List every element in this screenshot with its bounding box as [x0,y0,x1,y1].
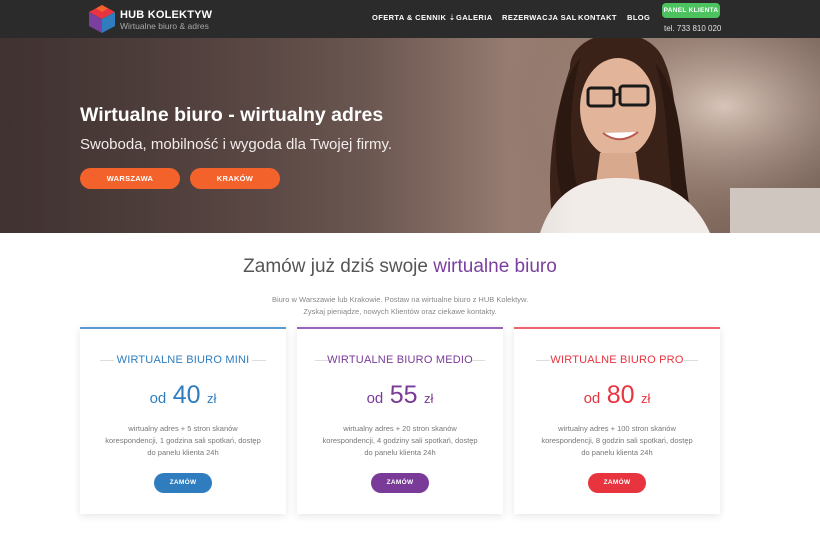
price-value: 40 [172,381,201,409]
price-prefix: od [583,390,601,407]
section-heading-plain: Zamów już dziś swoje [243,256,434,277]
warszawa-button[interactable]: WARSZAWA [80,168,180,189]
order-medio-button[interactable]: ZAMÓW [371,473,429,493]
order-mini-button[interactable]: ZAMÓW [154,473,212,493]
plan-name: WIRTUALNE BIURO MINI [116,354,250,366]
plan-name: WIRTUALNE BIURO PRO [550,354,684,366]
plan-description: wirtualny adres + 100 stron skanów kores… [528,423,706,459]
section-intro: Biuro w Warszawie lub Krakowie. Postaw n… [0,294,800,318]
plan-desc-line: do panelu klienta 24h [364,448,436,457]
plan-desc-line: wirtualny adres + 5 stron skanów [128,424,238,433]
plan-description: wirtualny adres + 5 stron skanów korespo… [94,423,272,459]
phone-number[interactable]: tel. 733 810 020 [664,24,721,33]
price-currency: zł [424,391,434,406]
nav-item-kontakt[interactable]: KONTAKT [578,13,617,22]
section-heading: Zamów już dziś swoje wirtualne biuro [0,256,800,278]
plan-desc-line: do panelu klienta 24h [147,448,219,457]
price-currency: zł [207,391,217,406]
intro-line: Biuro w Warszawie lub Krakowie. Postaw n… [271,295,529,304]
hero-title: Wirtualne biuro - wirtualny adres [80,104,384,126]
nav-item-oferta-cennik[interactable]: OFERTA & CENNIK ⇣ [372,13,456,22]
plan-card-pro: WIRTUALNE BIURO PRO od 80 zł wirtualny a… [514,327,720,514]
price-currency: zł [641,391,651,406]
nav-item-rezerwacja-sal[interactable]: REZERWACJA SAL [502,13,577,22]
panel-klienta-button[interactable]: PANEL KLIENTA [662,3,720,18]
price-value: 55 [389,381,418,409]
krakow-button[interactable]: KRAKÓW [190,168,280,189]
price-prefix: od [149,390,167,407]
plan-price: od 40 zł [80,381,286,410]
intro-line: Zyskaj pieniądze, nowych Klientów oraz c… [303,307,497,316]
plan-name: WIRTUALNE BIURO MEDIO [327,354,473,366]
plan-desc-line: korespondencji, 8 godzin sali spotkań, d… [541,436,693,445]
nav-item-blog[interactable]: BLOG [627,13,650,22]
hero-subtitle: Swoboda, mobilność i wygoda dla Twojej f… [80,136,393,153]
plan-price: od 80 zł [514,381,720,410]
price-prefix: od [366,390,384,407]
plan-desc-line: korespondencji, 4 godziny sali spotkań, … [322,436,478,445]
plan-desc-line: wirtualny adres + 20 stron skanów [343,424,457,433]
price-value: 80 [606,381,635,409]
order-pro-button[interactable]: ZAMÓW [588,473,646,493]
plan-card-medio: WIRTUALNE BIURO MEDIO od 55 zł wirtualny… [297,327,503,514]
plan-desc-line: korespondencji, 1 godzina sali spotkań, … [105,436,261,445]
plan-description: wirtualny adres + 20 stron skanów koresp… [311,423,489,459]
plan-desc-line: do panelu klienta 24h [581,448,653,457]
hero-banner: Wirtualne biuro - wirtualny adres Swobod… [0,38,820,233]
plan-card-mini: WIRTUALNE BIURO MINI od 40 zł wirtualny … [80,327,286,514]
plan-desc-line: wirtualny adres + 100 stron skanów [558,424,676,433]
plan-price: od 55 zł [297,381,503,410]
top-navbar: HUB KOLEKTYW Wirtualne biuro & adres OFE… [0,0,820,38]
nav-item-galeria[interactable]: GALERIA [456,13,493,22]
section-heading-accent: wirtualne biuro [433,256,557,277]
